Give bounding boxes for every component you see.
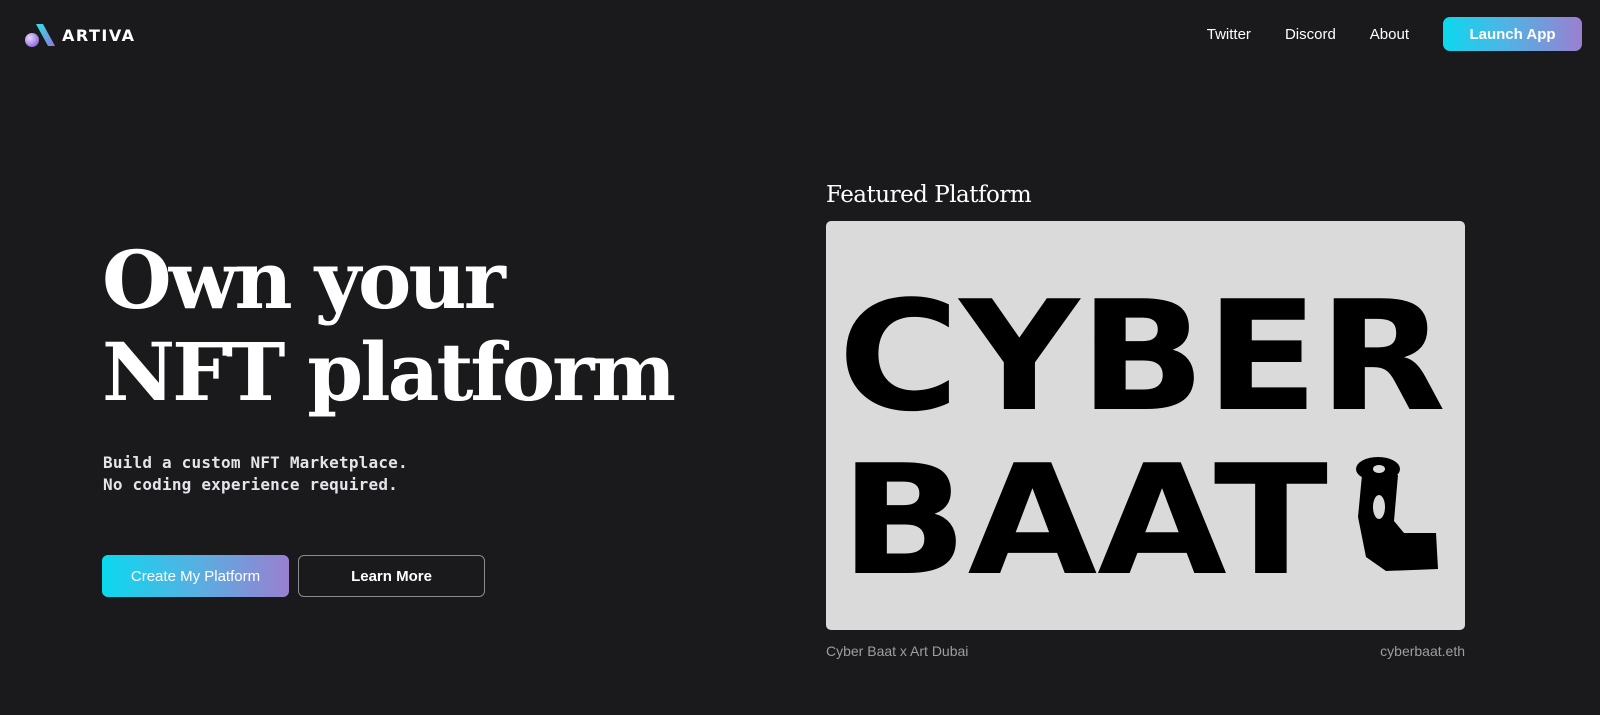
artwork-text-line-2: BAAT (840, 432, 1328, 609)
artwork-text-line-1: CYBER (838, 268, 1446, 445)
landing-page: ARTIVA Twitter Discord About Launch App … (0, 0, 1600, 715)
featured-platform-card[interactable]: CYBER BAAT (826, 221, 1465, 630)
create-platform-button[interactable]: Create My Platform (102, 555, 289, 597)
hero-title: Own your NFT platform (102, 233, 676, 419)
hero-title-line-1: Own your (102, 233, 506, 327)
brand-logo-link[interactable]: ARTIVA (24, 22, 136, 48)
hero-subtitle-line-2: No coding experience required. (103, 475, 398, 494)
hero-subtitle: Build a custom NFT Marketplace. No codin… (103, 452, 408, 496)
featured-heading: Featured Platform (826, 182, 1032, 208)
hero-title-line-2: NFT platform (102, 325, 676, 419)
artiva-logo-icon (25, 24, 55, 47)
learn-more-button[interactable]: Learn More (298, 555, 485, 597)
nav-discord-link[interactable]: Discord (1285, 26, 1336, 43)
nav-twitter-link[interactable]: Twitter (1207, 26, 1251, 43)
hero-subtitle-line-1: Build a custom NFT Marketplace. (103, 453, 408, 472)
featured-caption: Cyber Baat x Art Dubai (826, 643, 969, 659)
brand-name: ARTIVA (62, 25, 136, 45)
featured-ens-name[interactable]: cyberbaat.eth (1380, 643, 1465, 659)
top-nav: Twitter Discord About Launch App (1207, 17, 1582, 51)
hand-figure-icon (1356, 457, 1438, 571)
featured-artwork: CYBER BAAT (838, 268, 1446, 609)
nav-about-link[interactable]: About (1370, 26, 1409, 43)
launch-app-button[interactable]: Launch App (1443, 17, 1582, 51)
